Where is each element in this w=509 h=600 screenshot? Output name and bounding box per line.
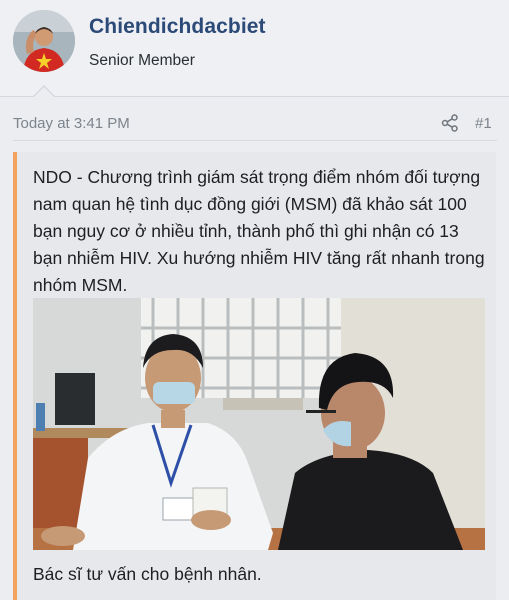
article-photo[interactable] [33, 298, 485, 550]
user-title: Senior Member [89, 52, 195, 69]
user-header: Chiendichdacbiet Senior Member [0, 0, 509, 97]
post-timestamp[interactable]: Today at 3:41 PM [13, 115, 130, 132]
username[interactable]: Chiendichdacbiet [89, 15, 266, 39]
forum-post: Chiendichdacbiet Senior Member Today at … [0, 0, 509, 600]
share-icon[interactable] [441, 114, 459, 132]
post-number-link[interactable]: #1 [475, 115, 492, 132]
user-avatar[interactable] [13, 10, 75, 72]
photo-caption: Bác sĩ tư vấn cho bệnh nhân. [33, 564, 262, 584]
quote-text: NDO - Chương trình giám sát trọng điểm n… [33, 167, 485, 295]
quote-block: NDO - Chương trình giám sát trọng điểm n… [13, 152, 496, 600]
post-meta: Today at 3:41 PM #1 [13, 113, 497, 137]
message-pointer-fill [34, 87, 54, 97]
meta-divider [13, 140, 497, 141]
